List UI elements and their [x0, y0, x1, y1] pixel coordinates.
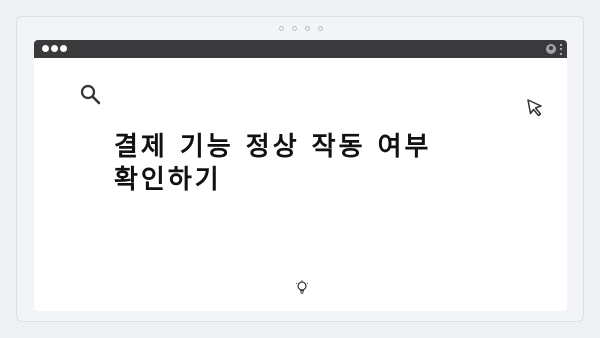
window-control-dot-1[interactable] [42, 45, 49, 52]
lightbulb-icon [295, 280, 309, 300]
pager-dot-3[interactable] [305, 26, 310, 31]
search-icon[interactable] [79, 83, 103, 111]
user-icon[interactable] [546, 44, 556, 54]
kebab-menu-icon[interactable] [560, 43, 563, 55]
pager-dot-1[interactable] [279, 26, 284, 31]
pager-dot-2[interactable] [292, 26, 297, 31]
pager-dot-4[interactable] [318, 26, 323, 31]
browser-toolbar [34, 40, 567, 58]
page-title: 결제 기능 정상 작동 여부 확인하기 [114, 132, 432, 195]
carousel-pager [17, 26, 585, 31]
browser-window: 결제 기능 정상 작동 여부 확인하기 [34, 40, 567, 311]
toolbar-actions [546, 42, 563, 56]
window-control-dot-3[interactable] [60, 45, 67, 52]
cursor-arrow-icon [526, 98, 546, 122]
window-control-dot-2[interactable] [51, 45, 58, 52]
